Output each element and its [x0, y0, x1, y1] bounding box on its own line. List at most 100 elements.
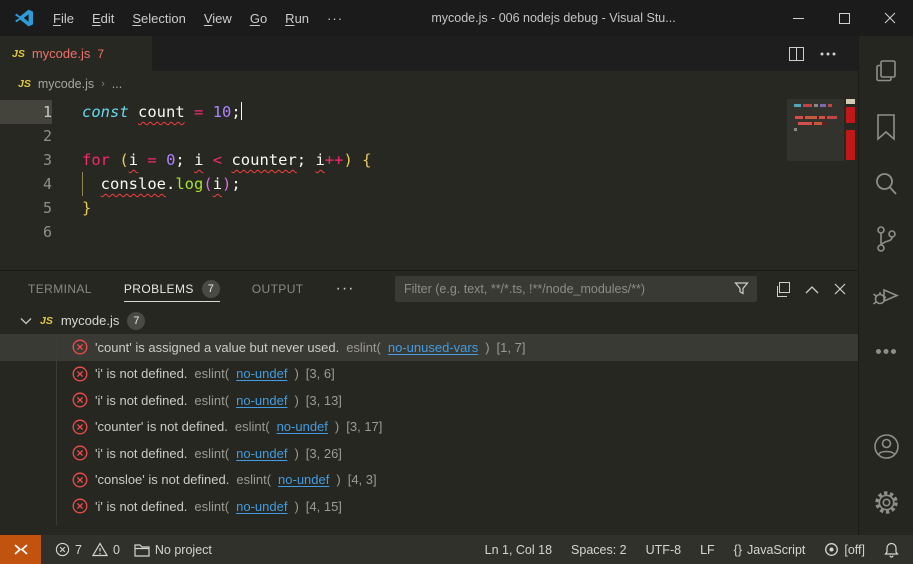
code-line-1[interactable]: 1 const count = 10;: [0, 100, 858, 124]
problem-row[interactable]: 'consloe' is not defined. eslint(no-undef…: [0, 467, 858, 494]
encoding-status[interactable]: UTF-8: [646, 543, 681, 557]
minimize-button[interactable]: [775, 0, 821, 36]
problem-row[interactable]: 'i' is not defined. eslint(no-undef) [3, 1…: [0, 387, 858, 414]
more-views-icon[interactable]: [862, 328, 910, 374]
editor-actions: [789, 36, 858, 71]
filter-icon[interactable]: [734, 281, 749, 296]
more-actions-icon[interactable]: [820, 52, 836, 56]
ruler-error-mark: [846, 107, 855, 123]
code-line-2[interactable]: 2: [0, 124, 858, 148]
line-content: }: [82, 199, 92, 217]
status-bar: 7 0 No project Ln 1, Col 18 Spaces: 2 UT…: [0, 535, 913, 564]
eol-status[interactable]: LF: [700, 543, 715, 557]
close-panel-icon[interactable]: [834, 283, 846, 295]
breadcrumb-file[interactable]: mycode.js: [38, 77, 94, 91]
source-control-icon[interactable]: [862, 216, 910, 262]
problem-position: [3, 6]: [305, 366, 335, 382]
problem-position: [3, 26]: [305, 445, 342, 461]
overview-ruler[interactable]: [844, 97, 858, 270]
window-title: mycode.js - 006 nodejs debug - Visual St…: [431, 11, 676, 25]
problem-source: eslint(: [346, 339, 381, 355]
notifications-bell-icon[interactable]: [884, 542, 899, 558]
line-number: 5: [42, 199, 52, 217]
problem-rule-link[interactable]: no-undef: [236, 446, 287, 461]
problem-rule-link[interactable]: no-unused-vars: [388, 340, 478, 355]
minimap[interactable]: [787, 97, 844, 270]
problem-source: eslint(: [194, 366, 230, 382]
maximize-button[interactable]: [821, 0, 867, 36]
tab-problems[interactable]: PROBLEMS 7: [123, 271, 220, 307]
error-icon: [72, 419, 88, 435]
menu-more-button[interactable]: ···: [318, 7, 352, 30]
tab-terminal[interactable]: TERMINAL: [28, 271, 92, 307]
chevron-down-icon: [20, 317, 32, 324]
chevron-right-icon: ›: [101, 78, 105, 90]
activity-bar: [858, 36, 913, 535]
menu-edit[interactable]: Edit: [83, 7, 123, 30]
problem-rule-link[interactable]: no-undef: [278, 472, 329, 487]
js-file-icon: JS: [40, 314, 53, 327]
panel-more-tabs-button[interactable]: ···: [336, 280, 355, 298]
ruler-cursor-mark: [846, 99, 855, 104]
menu-file[interactable]: File: [44, 7, 83, 30]
minimize-icon: [792, 17, 804, 19]
menu-run[interactable]: Run: [276, 7, 318, 30]
indentation-status[interactable]: Spaces: 2: [571, 543, 627, 557]
panel-tab-bar: TERMINAL PROBLEMS 7 OUTPUT ···: [0, 271, 858, 307]
problems-list: 'count' is assigned a value but never us…: [0, 334, 858, 520]
settings-gear-icon[interactable]: [862, 479, 910, 525]
code-line-6[interactable]: 6: [0, 220, 858, 244]
menu-view[interactable]: View: [195, 7, 241, 30]
breadcrumb-symbol[interactable]: ...: [112, 77, 122, 91]
tab-output[interactable]: OUTPUT: [252, 271, 304, 307]
problem-row[interactable]: 'count' is assigned a value but never us…: [0, 334, 858, 361]
menu-selection[interactable]: Selection: [123, 7, 194, 30]
code-line-3[interactable]: 3 for (i = 0; i < counter; i++) {: [0, 148, 858, 172]
window-controls: [775, 0, 913, 36]
breadcrumb[interactable]: JS mycode.js › ...: [0, 71, 858, 97]
code-line-4[interactable]: 4 consloe.log(i);: [0, 172, 858, 196]
remote-indicator[interactable]: [0, 535, 41, 564]
problems-status[interactable]: 7 0: [55, 542, 120, 557]
problem-row[interactable]: 'counter' is not defined. eslint(no-undef…: [0, 414, 858, 441]
problem-position: [3, 17]: [346, 419, 383, 435]
code-editor[interactable]: 1 const count = 10; 2 3 for (i = 0; i < coun…: [0, 97, 858, 270]
warning-count: 0: [112, 542, 120, 557]
problem-rule-link[interactable]: no-undef: [236, 499, 287, 514]
problem-source: eslint(: [194, 392, 230, 408]
project-status[interactable]: No project: [134, 543, 212, 557]
run-debug-icon[interactable]: [862, 272, 910, 318]
problem-source: eslint(: [194, 445, 230, 461]
chevron-up-icon[interactable]: [805, 285, 819, 294]
views-icon[interactable]: [775, 281, 790, 297]
remote-icon: [13, 544, 28, 555]
tree-file-name: mycode.js: [60, 313, 120, 328]
problem-rule-link[interactable]: no-undef: [236, 393, 287, 408]
off-indicator[interactable]: [off]: [824, 542, 865, 557]
close-button[interactable]: [867, 0, 913, 36]
text-cursor: [240, 102, 243, 120]
problem-rule-link[interactable]: no-undef: [277, 419, 328, 434]
line-number: 2: [42, 127, 52, 145]
search-icon[interactable]: [862, 160, 910, 206]
problem-rule-link[interactable]: no-undef: [236, 366, 287, 381]
cursor-position-status[interactable]: Ln 1, Col 18: [485, 543, 552, 557]
editor-tab-bar: JS mycode.js 7: [0, 36, 858, 71]
tree-indent-guide: [56, 335, 57, 525]
problem-position: [4, 15]: [305, 498, 342, 514]
problems-file-group[interactable]: JS mycode.js 7: [0, 307, 858, 334]
explorer-icon[interactable]: [862, 48, 910, 94]
account-icon[interactable]: [862, 423, 910, 469]
problem-row[interactable]: 'i' is not defined. eslint(no-undef) [3, 2…: [0, 440, 858, 467]
bookmarks-icon[interactable]: [862, 104, 910, 150]
problem-message: 'i' is not defined.: [95, 366, 188, 382]
filter-input[interactable]: [395, 276, 757, 302]
split-editor-icon[interactable]: [789, 46, 804, 61]
menu-go[interactable]: Go: [241, 7, 276, 30]
problem-row[interactable]: 'i' is not defined. eslint(no-undef) [3, 6…: [0, 361, 858, 388]
tab-mycode-js[interactable]: JS mycode.js 7: [0, 36, 152, 71]
project-label: No project: [154, 542, 212, 557]
problem-row[interactable]: 'i' is not defined. eslint(no-undef) [4, 1…: [0, 493, 858, 520]
language-status[interactable]: {} JavaScript: [734, 543, 806, 557]
code-line-5[interactable]: 5}: [0, 196, 858, 220]
